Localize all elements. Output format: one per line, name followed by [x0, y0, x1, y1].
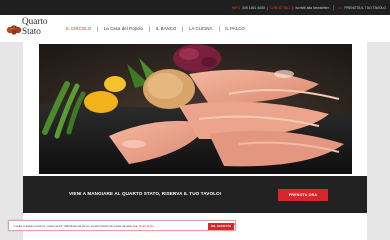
- topbar-links: INFO 345 1461 4400 | CONTATTACI | Iscriv…: [232, 5, 386, 10]
- top-bar: INFO 345 1461 4400 | CONTATTACI | Iscriv…: [0, 0, 390, 15]
- newsletter-link[interactable]: Iscriviti alla Newsletter: [295, 6, 329, 10]
- nav-item-il-banco[interactable]: IL BANCO: [156, 15, 177, 42]
- nav-divider: [182, 25, 183, 32]
- hero-food-image: [39, 44, 352, 174]
- logo-line-2: Stato: [22, 25, 41, 36]
- nav-item-la-cucina[interactable]: LA CUCINA: [189, 15, 213, 42]
- site-header: Quarto Stato IL CIRCOLO La Casa del Popo…: [0, 15, 390, 42]
- cookie-accept-button[interactable]: OK, ACCETTO: [208, 222, 234, 230]
- nav-item-il-palco[interactable]: IL PALCO: [225, 15, 245, 42]
- main-content: VIENI A MANGIARE AL QUARTO STATO, RISERV…: [23, 42, 367, 240]
- cookie-banner: I cookie ci aiutano a fornire i nostri s…: [8, 220, 236, 231]
- nav-item-casa-del-popolo[interactable]: La Casa del Popolo: [104, 15, 143, 42]
- cookie-close-icon[interactable]: ×: [233, 222, 236, 228]
- nav-divider: [218, 25, 220, 32]
- book-now-button[interactable]: PRENOTA ORA: [278, 189, 328, 201]
- contact-link[interactable]: CONTATTACI: [270, 6, 291, 10]
- phone-icon: ☏: [337, 5, 343, 10]
- nav-item-il-circolo[interactable]: IL CIRCOLO: [66, 15, 91, 42]
- cta-text: VIENI A MANGIARE AL QUARTO STATO, RISERV…: [69, 191, 222, 196]
- logo-text: Quarto Stato: [22, 16, 48, 36]
- main-nav: IL CIRCOLO La Casa del Popolo IL BANCO L…: [66, 15, 245, 42]
- phone-label: INFO: [232, 5, 241, 10]
- site-logo[interactable]: Quarto Stato: [6, 16, 54, 39]
- reservation-cta-band: VIENI A MANGIARE AL QUARTO STATO, RISERV…: [23, 176, 367, 213]
- food-photo: [39, 44, 352, 174]
- cookie-text: I cookie ci aiutano a fornire i nostri s…: [13, 225, 153, 228]
- cookie-message: I cookie ci aiutano a fornire i nostri s…: [13, 224, 138, 228]
- reserve-table-link[interactable]: PRENOTA IL TUO TAVOLO: [344, 6, 386, 10]
- logo-mark-icon: [6, 25, 22, 35]
- topbar-divider: [332, 5, 334, 10]
- phone-number[interactable]: 345 1461 4400: [242, 6, 265, 10]
- nav-divider: [149, 25, 150, 32]
- cookie-more-link[interactable]: Scopri di più: [139, 225, 154, 228]
- nav-divider: [97, 25, 98, 32]
